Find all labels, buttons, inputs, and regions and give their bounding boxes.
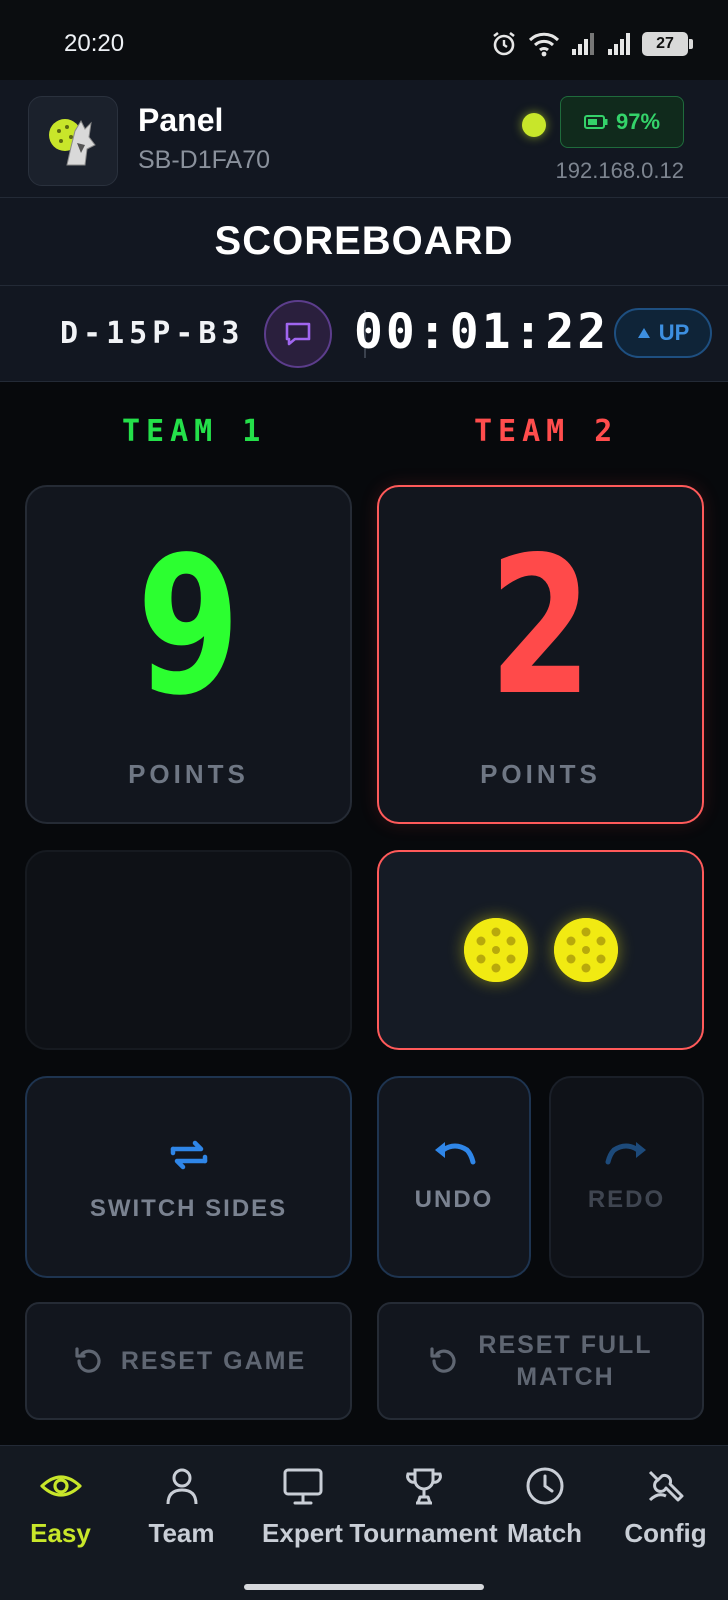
switch-sides-button[interactable]: SWITCH SIDES [25,1076,352,1278]
pickleball-icon [463,918,528,982]
team2-points-label: POINTS [480,759,601,789]
device-ip: 192.168.0.12 [555,158,684,183]
app-header: Panel SB-D1FA70 97% 192.168.0.12 [0,80,728,198]
eye-icon [39,1475,82,1497]
redo-label: REDO [587,1186,666,1213]
signal-icon [572,33,594,55]
team1-score: 9 [136,516,241,737]
nav-item-expert[interactable]: Expert [242,1466,363,1549]
undo-button[interactable]: UNDO [377,1076,531,1278]
nav-label-expert: Expert [262,1518,343,1548]
panel-title: Panel [138,102,224,138]
nav-label-team: Team [148,1518,215,1548]
user-icon [166,1468,197,1505]
trophy-icon [405,1468,442,1505]
chat-bubble-icon [285,322,311,346]
undo-label: UNDO [414,1186,494,1213]
team2-name: TEAM 2 [474,414,619,449]
swap-arrows-icon [170,1140,207,1170]
team2-score-card[interactable]: 2 POINTS [377,485,704,824]
nav-label-match: Match [506,1518,583,1548]
team1-score-card[interactable]: 9 POINTS [25,485,352,824]
status-bar: 20:20 27 [0,0,728,80]
reset-game-label: RESET GAME [120,1347,307,1375]
battery-icon [583,115,608,129]
team1-name: TEAM 1 [122,414,267,449]
device-battery-value: 97% [615,109,661,134]
monitor-icon [283,1468,322,1505]
nav-item-match[interactable]: Match [484,1466,605,1549]
triangle-up-icon [637,328,650,338]
nav-item-team[interactable]: Team [121,1466,242,1549]
wolf-ball-logo-icon [49,119,96,166]
timer-direction-label: UP [658,320,690,345]
device-battery-badge: 97% [560,96,684,148]
page-title-bar: SCOREBOARD [0,198,728,286]
device-id: SB-D1FA70 [138,146,271,174]
reset-icon [75,1347,101,1373]
clock-icon [526,1467,563,1505]
redo-icon [605,1142,646,1165]
page-title: SCOREBOARD [214,219,514,263]
nav-label-easy: Easy [30,1518,91,1548]
config-icon [648,1470,683,1502]
bottom-nav: Easy Team Expert Tournament Match Config [0,1445,728,1600]
app-logo[interactable] [28,96,118,186]
connection-status-dot [522,113,546,137]
timer-direction-button[interactable]: UP [614,308,712,358]
switch-sides-label: SWITCH SIDES [89,1195,288,1222]
status-time: 20:20 [64,30,125,57]
wifi-icon [528,32,560,57]
reset-full-match-label: RESET FULL MATCH [478,1331,653,1391]
match-code: D-15P-B3 [60,316,245,351]
reset-full-match-button[interactable]: RESET FULL MATCH [377,1302,704,1420]
reset-icon [429,1347,456,1373]
status-battery: 27 [642,32,693,56]
nav-label-tournament: Tournament [349,1518,498,1548]
message-button[interactable] [264,300,332,368]
signal-icon [608,33,630,55]
home-indicator[interactable] [244,1584,484,1590]
undo-icon [435,1142,476,1165]
redo-button[interactable]: REDO [549,1076,704,1278]
nav-item-easy[interactable]: Easy [0,1466,121,1549]
team1-serve-indicator[interactable] [25,850,352,1050]
pickleball-icon [553,918,618,982]
match-timer: 00:01:22 [354,304,610,360]
reset-game-button[interactable]: RESET GAME [25,1302,352,1420]
team2-serve-indicator[interactable] [377,850,704,1050]
alarm-icon [493,31,515,56]
nav-item-config[interactable]: Config [605,1466,726,1549]
nav-label-config: Config [624,1518,707,1548]
match-info-bar: D-15P-B3 00:01:22 UP [0,286,728,382]
team1-points-label: POINTS [128,759,249,789]
team2-score: 2 [488,516,593,737]
nav-item-tournament[interactable]: Tournament [349,1466,498,1549]
status-icons: 27 [490,30,693,58]
